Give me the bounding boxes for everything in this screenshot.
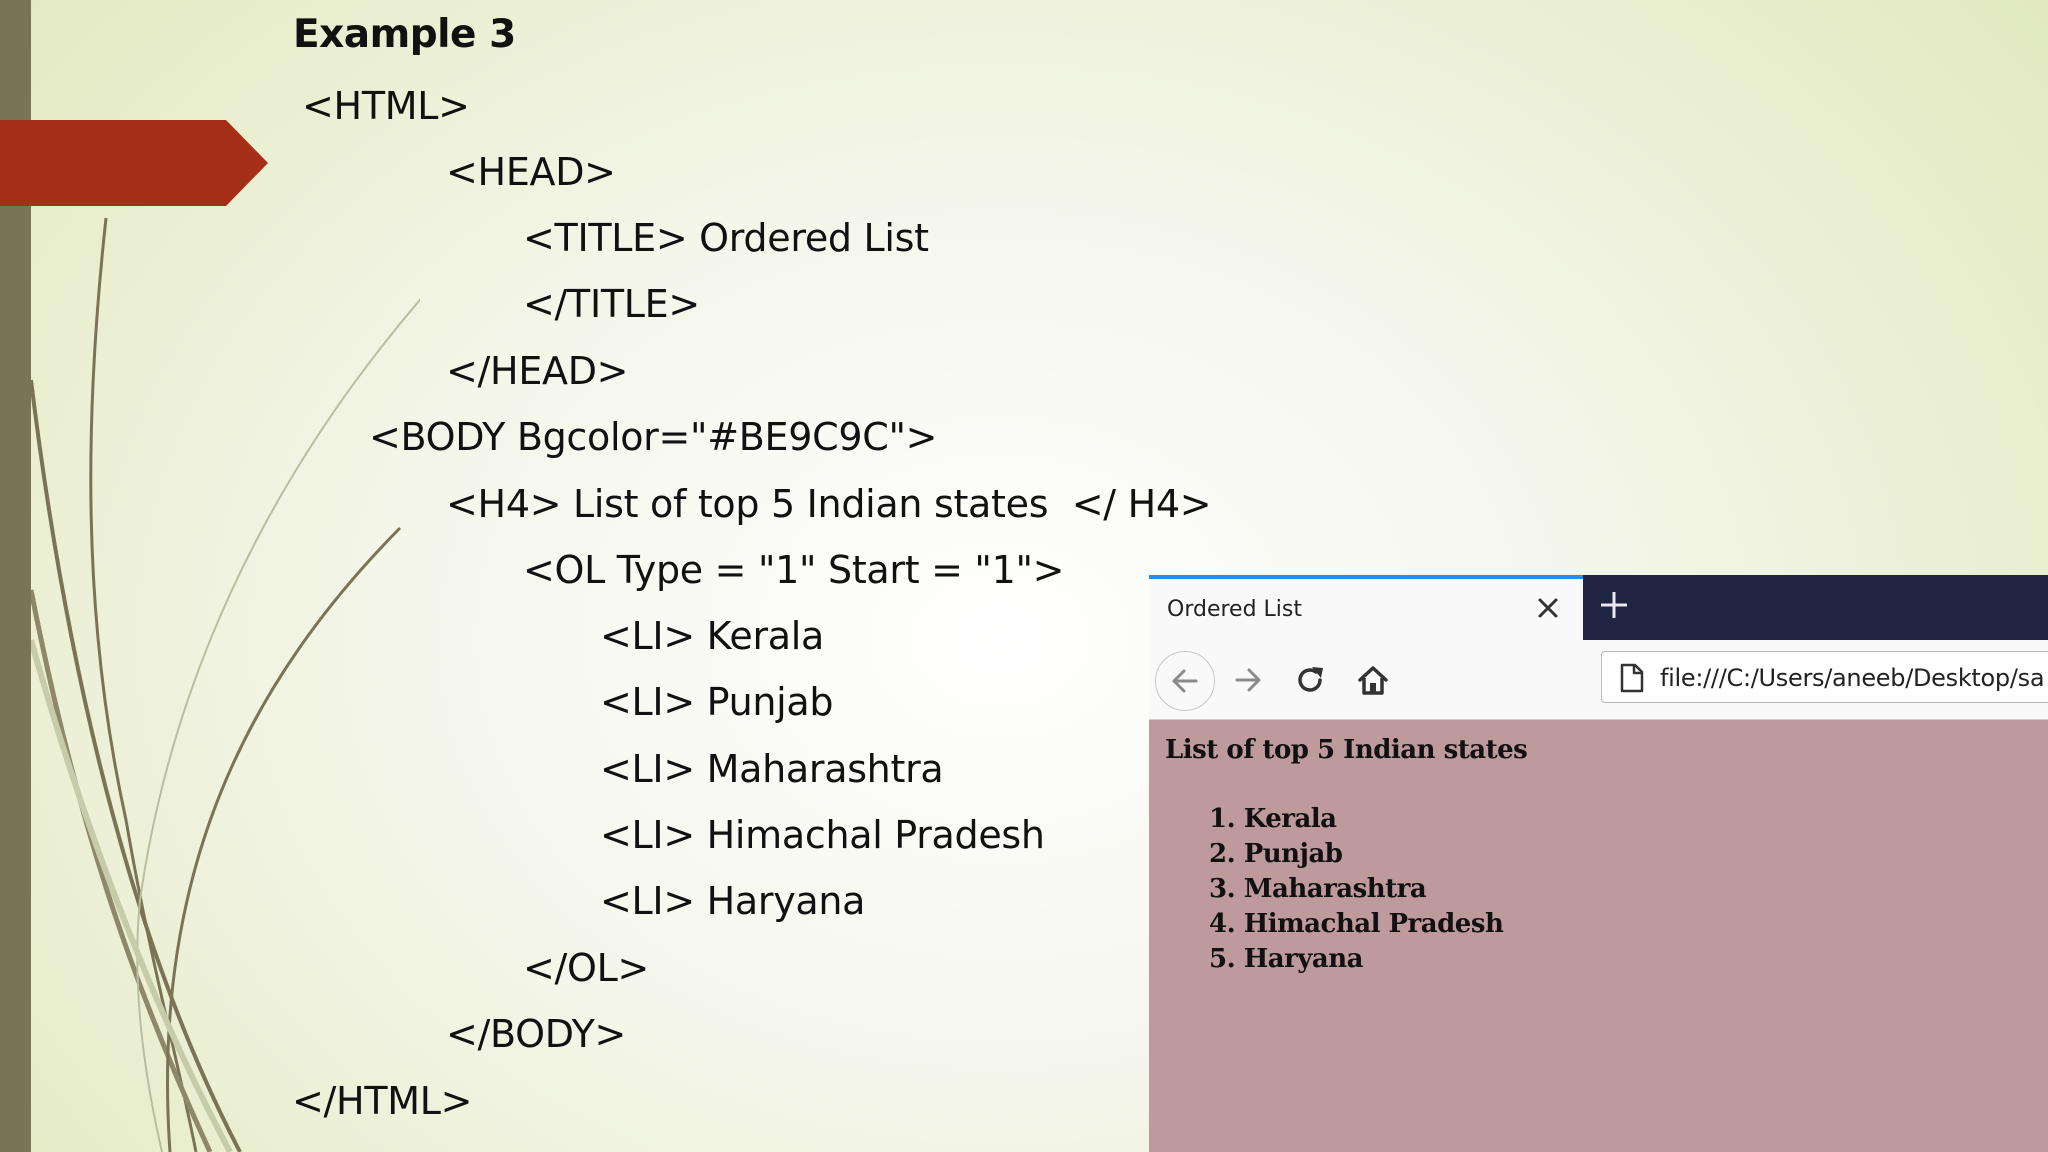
tab-bar: Ordered List (1149, 575, 2048, 640)
list-item: 5. Haryana (1209, 944, 1364, 974)
forward-arrow-icon[interactable] (1232, 664, 1264, 696)
code-line-head-close: </HEAD> (446, 349, 629, 393)
code-line-body-open: <BODY Bgcolor="#BE9C9C"> (369, 415, 938, 459)
code-line-li-maharashtra: <LI> Maharashtra (600, 747, 944, 791)
page-icon (1620, 663, 1644, 693)
list-item: 2. Punjab (1209, 839, 1343, 869)
back-arrow-icon (1172, 669, 1198, 693)
code-line-html-close: </HTML> (292, 1079, 473, 1123)
slide: Example 3 <HTML> <HEAD> <TITLE> Ordered … (0, 0, 2048, 1152)
reload-icon[interactable] (1294, 663, 1328, 697)
code-line-ol-open: <OL Type = "1" Start = "1"> (523, 548, 1065, 592)
code-line-li-kerala: <LI> Kerala (600, 614, 824, 658)
home-icon[interactable] (1356, 663, 1390, 697)
code-line-title-close: </TITLE> (523, 282, 700, 326)
title-arrow-shape (0, 120, 268, 206)
page-heading: List of top 5 Indian states (1165, 735, 1528, 765)
code-line-ol-close: </OL> (523, 946, 650, 990)
code-line-head-open: <HEAD> (446, 150, 616, 194)
list-item: 3. Maharashtra (1209, 874, 1427, 904)
code-line-h4: <H4> List of top 5 Indian states </ H4> (446, 482, 1212, 526)
address-bar[interactable]: file:///C:/Users/aneeb/Desktop/sa (1601, 651, 2048, 703)
tab-title: Ordered List (1167, 597, 1302, 622)
url-text: file:///C:/Users/aneeb/Desktop/sa (1660, 664, 2045, 692)
code-line-li-haryana: <LI> Haryana (600, 879, 866, 923)
list-item: 1. Kerala (1209, 804, 1337, 834)
ordered-list: 1. Kerala 2. Punjab 3. Maharashtra 4. Hi… (1209, 802, 1504, 977)
tab-ordered-list[interactable]: Ordered List (1149, 575, 1583, 640)
plus-icon[interactable] (1598, 589, 1630, 621)
navigation-toolbar: file:///C:/Users/aneeb/Desktop/sa (1149, 640, 2048, 720)
code-line-title-open: <TITLE> Ordered List (523, 216, 929, 260)
code-line-li-himachal: <LI> Himachal Pradesh (600, 813, 1045, 857)
list-item: 4. Himachal Pradesh (1209, 909, 1504, 939)
close-icon[interactable] (1535, 595, 1561, 621)
browser-window: Ordered List file:///C:/Users/aneeb/Desk… (1149, 575, 2048, 1152)
slide-title: Example 3 (293, 12, 516, 57)
back-button[interactable] (1155, 651, 1215, 711)
browser-page-content: List of top 5 Indian states 1. Kerala 2.… (1149, 720, 2048, 1152)
code-line-body-close: </BODY> (446, 1012, 627, 1056)
code-line-html-open: <HTML> (302, 84, 470, 128)
code-line-li-punjab: <LI> Punjab (600, 680, 834, 724)
